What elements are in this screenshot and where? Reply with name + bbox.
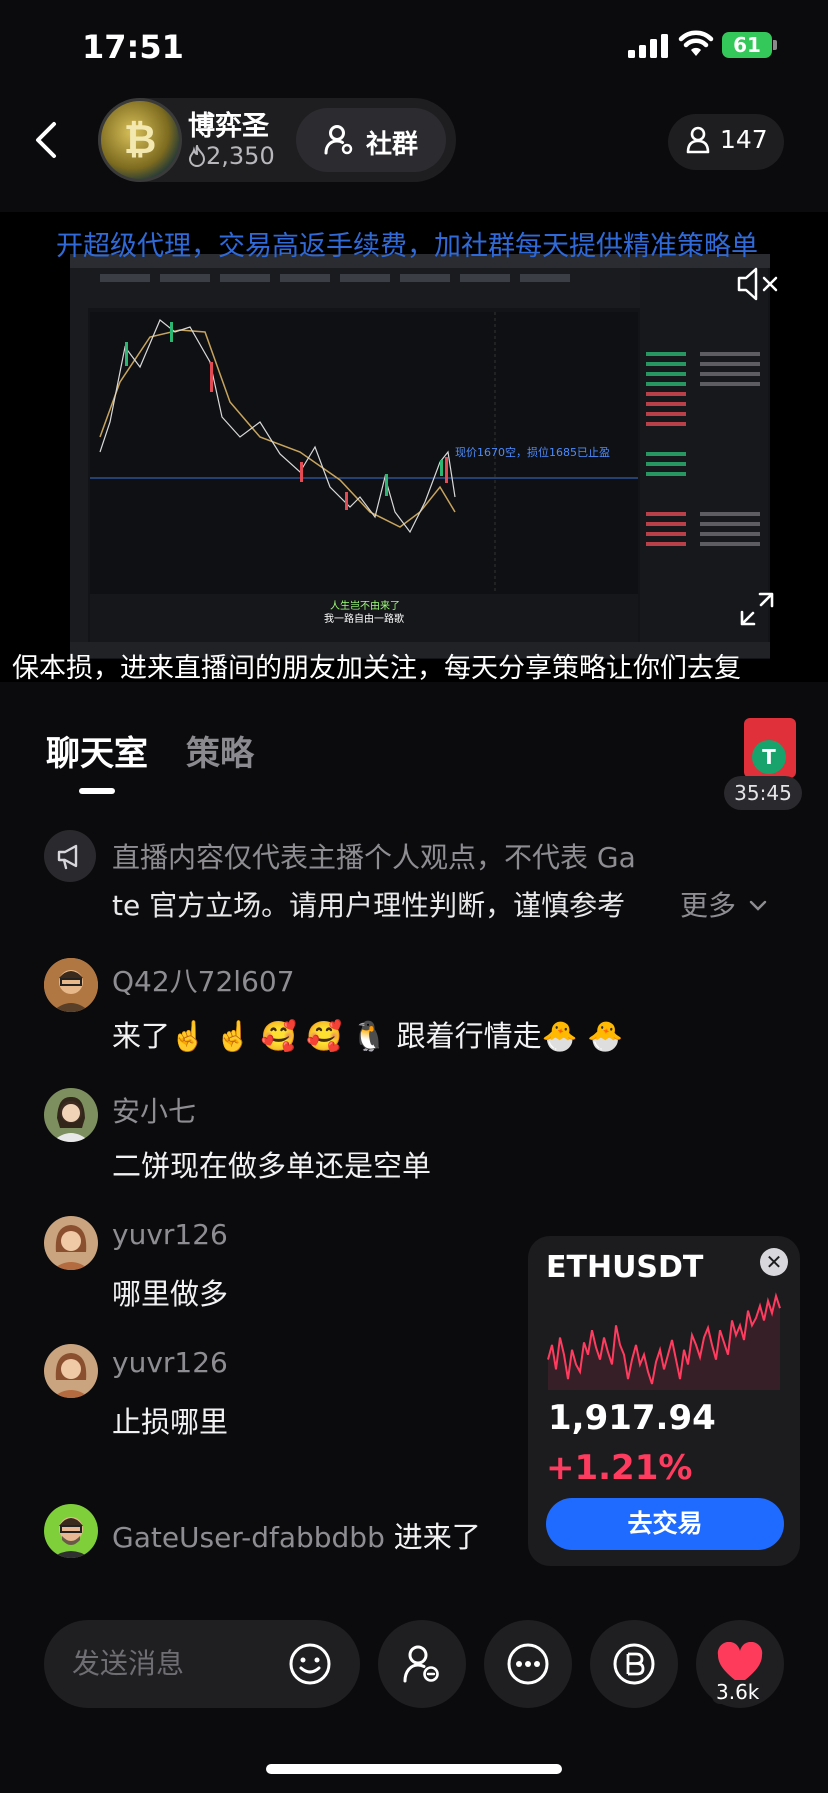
chat-message: 进来了: [393, 1520, 481, 1554]
chat-avatar[interactable]: [44, 1216, 98, 1270]
community-label: 社群: [366, 130, 419, 160]
chat-avatar[interactable]: [44, 1344, 98, 1398]
bitcoin-logo-icon: ₿: [123, 117, 157, 163]
red-packet-timer: 35:45: [724, 776, 802, 810]
emoji-icon[interactable]: [288, 1642, 332, 1686]
gate-token-icon: T: [752, 740, 786, 774]
like-count: 3.6k: [712, 1680, 764, 1704]
battery-level: 61: [722, 32, 772, 58]
user-avatar-icon: [44, 1504, 98, 1558]
video-subtitle-2: 我一路自由一路歌: [324, 612, 404, 625]
stream-ticker-top: 开超级代理，交易高返手续费，加社群每天提供精准策略单: [56, 231, 758, 262]
status-time: 17:51: [82, 28, 184, 66]
chat-avatar[interactable]: [44, 1088, 98, 1142]
close-icon[interactable]: ✕: [760, 1248, 788, 1276]
fullscreen-icon[interactable]: [740, 592, 774, 626]
user-avatar-icon: [44, 1088, 98, 1142]
chat-username[interactable]: yuvr126: [112, 1346, 228, 1379]
battery-cap: [773, 40, 777, 50]
active-tab-indicator: [79, 788, 115, 794]
notice-more-label: 更多: [680, 889, 737, 922]
chat-username[interactable]: 安小七: [112, 1090, 196, 1130]
host-heat-value: 2,350: [206, 142, 275, 170]
back-arrow-icon[interactable]: [28, 118, 64, 162]
notice-line-1: 直播内容仅代表主播个人观点，不代表 Ga: [112, 841, 636, 874]
chevron-down-icon: [749, 900, 767, 911]
host-heat: 2,350: [188, 142, 275, 170]
chart-annotation: 现价1670空，损位1685已止盈: [455, 445, 610, 459]
home-indicator: [266, 1764, 562, 1774]
person-add-icon: [403, 1645, 439, 1683]
eth-symbol: ETHUSDT: [546, 1250, 704, 1285]
bitcoin-b-icon: [613, 1643, 655, 1685]
viewer-count: 147: [720, 125, 768, 154]
wifi-icon: [678, 30, 714, 56]
chat-message: 哪里做多: [112, 1277, 229, 1311]
megaphone-icon: [57, 844, 78, 870]
tab-strategy[interactable]: 策略: [186, 726, 254, 775]
notice-more-link[interactable]: 更多: [680, 884, 767, 924]
host-name: 博弈圣: [188, 111, 269, 142]
stream-ticker-bottom: 保本损，进来直播间的朋友加关注，每天分享策略让你们去复: [12, 653, 741, 684]
cellular-signal-icon: [628, 34, 668, 58]
flame-icon: [188, 142, 206, 167]
sparkline-area: [548, 1296, 780, 1390]
mute-icon[interactable]: [736, 264, 780, 304]
user-avatar-icon: [44, 1216, 98, 1270]
user-avatar-icon: [44, 1344, 98, 1398]
chat-avatar[interactable]: [44, 1504, 98, 1558]
live-stream-video[interactable]: 现价1670空，损位1685已止盈 人生岂不由来了 我一路自由一路歌: [0, 212, 828, 682]
chat-join-line: GateUser-dfabbdbb 进来了: [112, 1514, 481, 1556]
trade-button-label: 去交易: [627, 1509, 703, 1538]
notice-line-2: te 官方立场。请用户理性判断，谨慎参考: [112, 889, 626, 922]
chat-username[interactable]: GateUser-dfabbdbb: [112, 1521, 385, 1554]
eth-price: 1,917.94: [548, 1398, 716, 1438]
eth-sparkline-chart: [547, 1292, 781, 1390]
chat-message: 二饼现在做多单还是空单: [112, 1149, 432, 1183]
eth-change: +1.21%: [546, 1448, 693, 1488]
chat-message: 止损哪里: [112, 1405, 229, 1439]
trading-screen-video: 现价1670空，损位1685已止盈 人生岂不由来了 我一路自由一路歌: [0, 212, 828, 682]
chat-message: 来了☝️ ☝️ 🥰 🥰 🐧 跟着行情走🐣 🐣: [112, 1019, 624, 1053]
video-subtitle-1: 人生岂不由来了: [330, 599, 400, 612]
chat-username[interactable]: yuvr126: [112, 1218, 228, 1251]
viewer-person-icon: [686, 126, 710, 154]
tab-chat-room[interactable]: 聊天室: [46, 726, 148, 775]
chat-username[interactable]: Q42八72l607: [112, 960, 295, 1000]
more-dots-icon: [507, 1643, 549, 1685]
community-person-icon: [324, 125, 353, 155]
chat-avatar[interactable]: [44, 958, 98, 1012]
user-avatar-icon: [44, 958, 98, 1012]
